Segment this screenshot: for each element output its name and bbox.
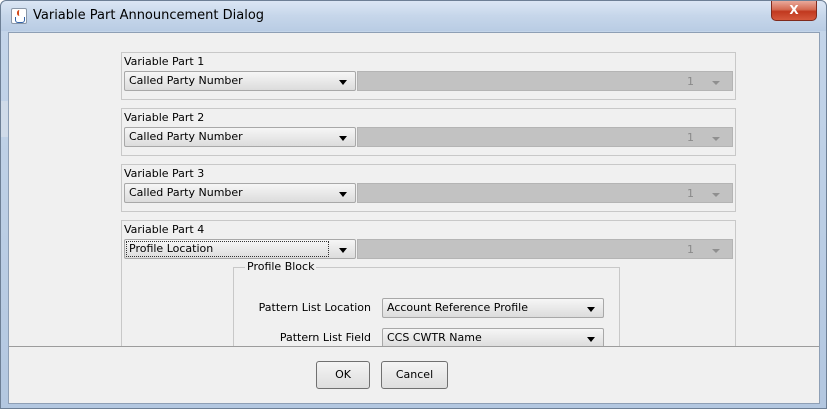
variable-part-2-selection: Called Party Number <box>129 130 243 143</box>
java-cup-icon <box>11 8 27 24</box>
chevron-down-icon <box>339 248 347 253</box>
variable-part-3-label: Variable Part 3 <box>124 167 205 180</box>
variable-part-3-combo[interactable]: Called Party Number <box>124 183 356 203</box>
button-bar: OK Cancel <box>9 346 819 403</box>
variable-part-4-number: 1 <box>687 243 694 256</box>
variable-part-2-number: 1 <box>687 131 694 144</box>
pattern-list-field-value: CCS CWTR Name <box>387 331 482 344</box>
variable-part-3-panel: Variable Part 3 Called Party Number 1 <box>121 164 736 212</box>
pattern-list-location-combo[interactable]: Account Reference Profile <box>382 298 604 318</box>
chevron-down-icon <box>712 137 720 141</box>
variable-part-2-panel: Variable Part 2 Called Party Number 1 <box>121 108 736 156</box>
variable-part-1-label: Variable Part 1 <box>124 55 205 68</box>
dialog-content: Variable Part 1 Called Party Number 1 Va… <box>8 32 820 404</box>
variable-part-4-number-combo: 1 <box>357 239 733 259</box>
variable-part-2-combo[interactable]: Called Party Number <box>124 127 356 147</box>
chevron-down-icon <box>587 307 595 312</box>
pattern-list-location-label: Pattern List Location <box>258 301 371 314</box>
variable-part-4-label: Variable Part 4 <box>124 223 205 236</box>
cancel-button[interactable]: Cancel <box>381 361 448 389</box>
pattern-list-location-value: Account Reference Profile <box>387 301 529 314</box>
variable-part-3-number: 1 <box>687 187 694 200</box>
variable-part-1-combo[interactable]: Called Party Number <box>124 71 356 91</box>
chevron-down-icon <box>712 81 720 85</box>
chevron-down-icon <box>339 136 347 141</box>
variable-part-2-number-combo: 1 <box>357 127 733 147</box>
dialog-window: Variable Part Announcement Dialog X Vari… <box>0 0 827 409</box>
variable-part-4-selection: Profile Location <box>129 242 214 255</box>
chevron-down-icon <box>712 249 720 253</box>
chevron-down-icon <box>587 337 595 342</box>
profile-block-legend: Profile Block <box>245 260 317 273</box>
chevron-down-icon <box>712 193 720 197</box>
pattern-list-field-combo[interactable]: CCS CWTR Name <box>382 328 604 348</box>
title-bar[interactable]: Variable Part Announcement Dialog X <box>1 1 826 31</box>
variable-part-1-selection: Called Party Number <box>129 74 243 87</box>
pattern-list-field-label: Pattern List Field <box>279 331 371 344</box>
chevron-down-icon <box>339 80 347 85</box>
window-title: Variable Part Announcement Dialog <box>33 8 265 23</box>
variable-part-3-number-combo: 1 <box>357 183 733 203</box>
ok-button[interactable]: OK <box>316 361 370 389</box>
variable-part-4-combo[interactable]: Profile Location <box>124 239 356 259</box>
window-edge-highlight <box>1 101 8 137</box>
variable-part-2-label: Variable Part 2 <box>124 111 205 124</box>
variable-part-1-panel: Variable Part 1 Called Party Number 1 <box>121 52 736 100</box>
variable-part-1-number: 1 <box>687 75 694 88</box>
chevron-down-icon <box>339 192 347 197</box>
close-button[interactable]: X <box>771 1 817 21</box>
variable-part-3-selection: Called Party Number <box>129 186 243 199</box>
variable-part-1-number-combo: 1 <box>357 71 733 91</box>
